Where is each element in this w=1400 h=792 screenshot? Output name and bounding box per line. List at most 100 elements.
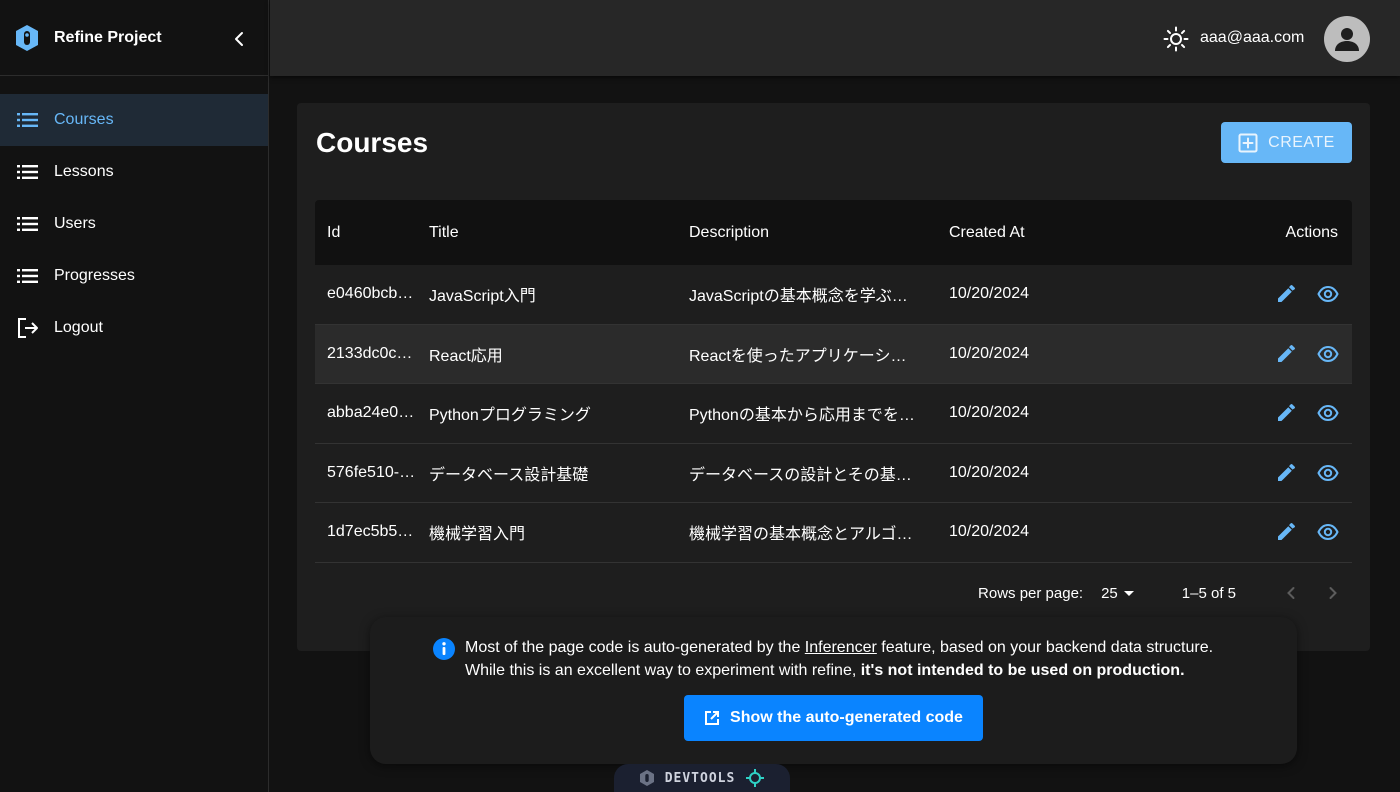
view-button[interactable] [1316, 282, 1340, 306]
cell-description: Reactを使ったアプリケーシ… [689, 347, 907, 365]
list-icon [16, 160, 40, 184]
avatar[interactable] [1324, 16, 1370, 62]
collapse-sidebar-button[interactable] [226, 26, 252, 52]
sun-icon [1163, 26, 1189, 52]
create-button[interactable]: CREATE [1221, 122, 1352, 163]
pencil-icon [1278, 404, 1295, 422]
cell-created-at: 10/20/2024 [949, 344, 1030, 362]
edit-button[interactable] [1274, 461, 1298, 485]
app-title: Refine Project [54, 28, 162, 46]
banner-text-pre: While this is an excellent way to experi… [465, 662, 861, 679]
edit-button[interactable] [1274, 401, 1298, 425]
banner-text-line1: Most of the page code is auto-generated … [465, 639, 1213, 657]
add-box-icon [1238, 133, 1258, 152]
app-frame: Refine Project Courses Lessons Users Pro… [0, 0, 1400, 792]
pencil-icon [1278, 463, 1295, 481]
cell-actions [1159, 401, 1352, 425]
view-button[interactable] [1316, 401, 1340, 425]
column-header-created-at[interactable]: Created At [949, 224, 1159, 242]
show-generated-code-button[interactable]: Show the auto-generated code [684, 695, 983, 741]
user-email: aaa@aaa.com [1200, 29, 1305, 46]
sidebar-item-progresses[interactable]: Progresses [0, 250, 268, 302]
cell-title: 機械学習入門 [429, 526, 526, 544]
column-header-actions: Actions [1285, 223, 1338, 241]
cell-description: データベースの設計とその基… [689, 466, 912, 484]
eye-icon [1317, 405, 1339, 422]
chevron-left-icon [1287, 587, 1295, 599]
table-header: Id Title Description Created At Actions [315, 200, 1352, 265]
sidebar-nav: Courses Lessons Users Progresses Logout [0, 76, 268, 354]
sidebar-item-label: Courses [54, 111, 114, 128]
sidebar-item-label: Logout [54, 319, 103, 336]
table-row[interactable]: abba24e0… Pythonプログラミング Pythonの基本から応用までを… [315, 384, 1352, 444]
sidebar-item-label: Progresses [54, 267, 135, 284]
info-icon [432, 637, 456, 661]
pagination: Rows per page: 25 1–5 of 5 [315, 565, 1352, 621]
table-row[interactable]: 2133dc0c… React応用 Reactを使ったアプリケーシ… 10/20… [315, 324, 1352, 384]
banner-warning-text: it's not intended to be used on producti… [860, 662, 1185, 679]
cell-actions [1159, 520, 1352, 544]
column-header-title[interactable]: Title [429, 224, 689, 242]
refine-logo-icon [13, 24, 41, 52]
pencil-icon [1278, 285, 1295, 303]
rows-per-page-value: 25 [1101, 584, 1118, 602]
rows-per-page-select[interactable]: 25 [1101, 585, 1136, 602]
cell-created-at: 10/20/2024 [949, 285, 1030, 303]
cell-description: JavaScriptの基本概念を学ぶ… [689, 288, 908, 306]
cell-created-at: 10/20/2024 [949, 404, 1030, 422]
theme-toggle-button[interactable] [1163, 26, 1189, 52]
sidebar-item-logout[interactable]: Logout [0, 302, 268, 354]
inferencer-banner: Most of the page code is auto-generated … [370, 617, 1297, 764]
view-button[interactable] [1316, 461, 1340, 485]
edit-button[interactable] [1274, 342, 1298, 366]
view-button[interactable] [1316, 520, 1340, 544]
cell-created-at: 10/20/2024 [949, 523, 1030, 541]
next-page-button[interactable] [1320, 580, 1346, 606]
top-header: aaa@aaa.com [270, 0, 1400, 76]
sidebar-item-label: Lessons [54, 163, 114, 180]
eye-icon [1317, 345, 1339, 362]
cell-description: 機械学習の基本概念とアルゴ… [689, 526, 913, 544]
pencil-icon [1278, 523, 1295, 541]
table-row[interactable]: e0460bcb… JavaScript入門 JavaScriptの基本概念を学… [315, 265, 1352, 325]
devtools-tab[interactable]: DEVTOOLS [614, 764, 790, 792]
edit-button[interactable] [1274, 520, 1298, 544]
create-button-label: CREATE [1268, 133, 1335, 151]
cell-title: JavaScript入門 [429, 288, 536, 306]
sidebar-item-courses[interactable]: Courses [0, 94, 268, 146]
eye-icon [1317, 464, 1339, 481]
courses-card: Courses CREATE Id Title Description Crea… [297, 103, 1370, 651]
page-title: Courses [316, 127, 429, 158]
rows-per-page-label: Rows per page: [978, 584, 1084, 602]
sidebar: Refine Project Courses Lessons Users Pro… [0, 0, 269, 792]
column-header-description[interactable]: Description [689, 224, 949, 242]
table-row[interactable]: 1d7ec5b5… 機械学習入門 機械学習の基本概念とアルゴ… 10/20/20… [315, 503, 1352, 563]
eye-icon [1317, 286, 1339, 303]
previous-page-button[interactable] [1278, 580, 1304, 606]
show-generated-code-label: Show the auto-generated code [730, 709, 963, 726]
pencil-icon [1278, 344, 1295, 362]
view-button[interactable] [1316, 342, 1340, 366]
edit-button[interactable] [1274, 282, 1298, 306]
logout-icon [16, 316, 40, 340]
inferencer-link[interactable]: Inferencer [805, 639, 877, 656]
sidebar-item-lessons[interactable]: Lessons [0, 146, 268, 198]
list-icon [16, 264, 40, 288]
chevron-left-icon [235, 32, 243, 46]
cell-id: abba24e0… [327, 404, 415, 422]
courses-table: Id Title Description Created At Actions … [315, 200, 1352, 563]
chevron-right-icon [1329, 587, 1337, 599]
sidebar-item-users[interactable]: Users [0, 198, 268, 250]
column-header-id[interactable]: Id [315, 224, 429, 242]
table-row[interactable]: 576fe510-… データベース設計基礎 データベースの設計とその基… 10/… [315, 444, 1352, 503]
crosshair-icon [746, 769, 765, 787]
person-icon [1335, 28, 1359, 51]
list-icon [16, 212, 40, 236]
eye-icon [1317, 524, 1339, 541]
cell-description: Pythonの基本から応用までを… [689, 407, 915, 425]
devtools-label: DEVTOOLS [664, 770, 736, 786]
cell-actions [1159, 461, 1352, 485]
cell-title: Pythonプログラミング [429, 407, 591, 425]
cell-title: React応用 [429, 347, 503, 365]
pagination-range: 1–5 of 5 [1181, 584, 1236, 602]
